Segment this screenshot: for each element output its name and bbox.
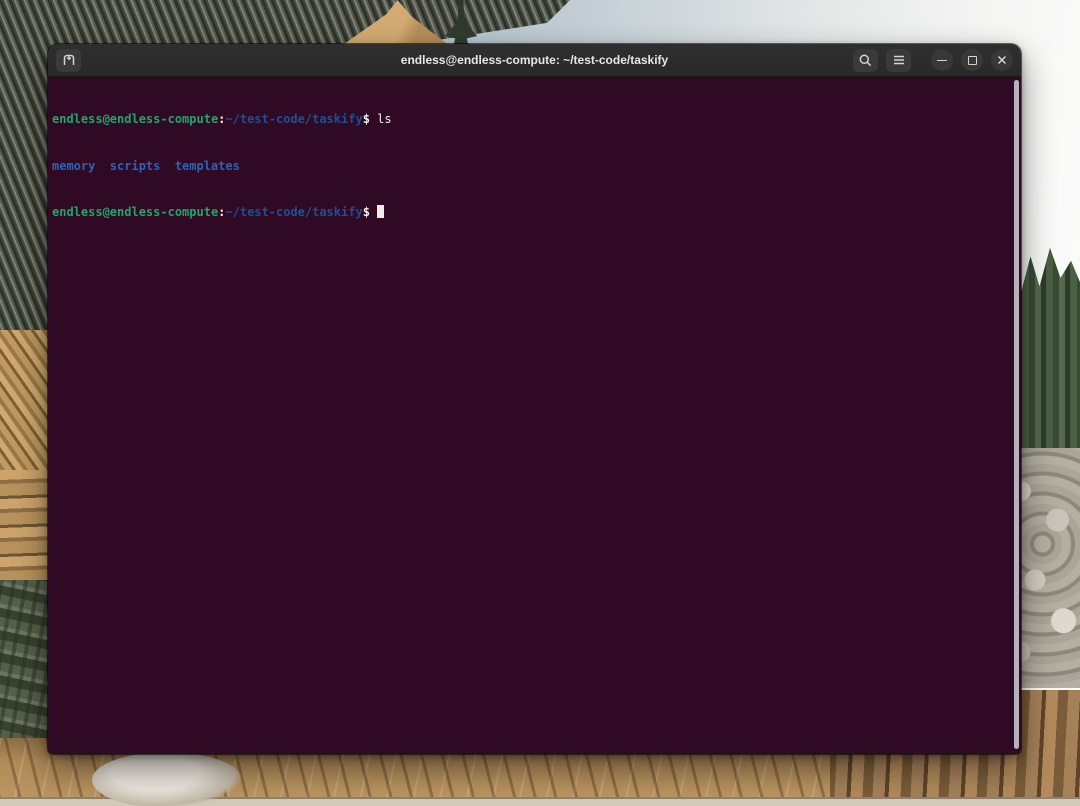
terminal-scrollbar[interactable] <box>1014 80 1019 749</box>
directory-name: scripts <box>110 159 161 173</box>
prompt-user-host: endless@endless-compute <box>52 205 218 219</box>
maximize-icon <box>968 56 977 65</box>
search-button[interactable] <box>853 49 878 72</box>
prompt-path: ~/test-code/taskify <box>225 205 362 219</box>
new-tab-icon <box>61 52 77 68</box>
minimize-button[interactable] <box>931 49 953 71</box>
terminal-body[interactable]: endless@endless-compute:~/test-code/task… <box>48 77 1021 754</box>
close-icon <box>996 54 1008 66</box>
search-icon <box>858 53 873 68</box>
wallpaper-left-shingles <box>0 330 52 480</box>
terminal-line-prompt-2: endless@endless-compute:~/test-code/task… <box>52 205 1007 221</box>
new-tab-button[interactable] <box>56 49 81 72</box>
wallpaper-stone <box>92 752 242 806</box>
maximize-button[interactable] <box>961 49 983 71</box>
typed-command: ls <box>377 112 391 126</box>
prompt-symbol: $ <box>363 112 370 126</box>
terminal-line-ls-output: memory scripts templates <box>52 159 1007 175</box>
directory-name: templates <box>175 159 240 173</box>
minimize-icon <box>937 60 947 61</box>
prompt-user-host: endless@endless-compute <box>52 112 218 126</box>
terminal-line-prompt-1: endless@endless-compute:~/test-code/task… <box>52 112 1007 128</box>
directory-name: memory <box>52 159 95 173</box>
window-titlebar[interactable]: endless@endless-compute: ~/test-code/tas… <box>48 44 1021 77</box>
wallpaper-left-beams <box>0 470 52 590</box>
menu-button[interactable] <box>886 49 911 72</box>
hamburger-menu-icon <box>892 54 906 66</box>
prompt-symbol: $ <box>363 205 370 219</box>
close-button[interactable] <box>991 49 1013 71</box>
terminal-cursor <box>377 205 384 218</box>
window-title: endless@endless-compute: ~/test-code/tas… <box>401 53 668 67</box>
terminal-window: endless@endless-compute: ~/test-code/tas… <box>48 44 1021 754</box>
prompt-path: ~/test-code/taskify <box>225 112 362 126</box>
